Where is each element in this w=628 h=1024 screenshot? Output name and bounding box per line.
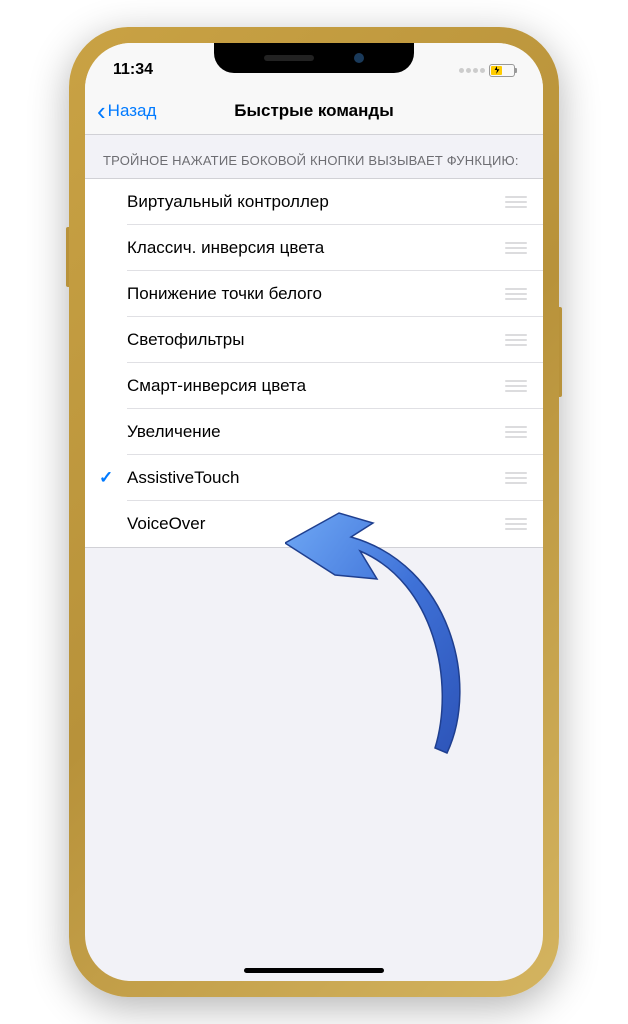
list-item[interactable]: Классич. инверсия цвета	[85, 225, 543, 271]
list-item[interactable]: Увеличение	[85, 409, 543, 455]
back-button[interactable]: ‹ Назад	[97, 98, 156, 124]
nav-title: Быстрые команды	[234, 101, 393, 121]
list-item-label: Виртуальный контроллер	[127, 192, 505, 212]
reorder-handle-icon[interactable]	[505, 380, 527, 392]
battery-icon	[489, 64, 515, 77]
reorder-handle-icon[interactable]	[505, 334, 527, 346]
list-item-label: Смарт-инверсия цвета	[127, 376, 505, 396]
list-item-label: Классич. инверсия цвета	[127, 238, 505, 258]
list-item-label: AssistiveTouch	[127, 468, 505, 488]
front-camera	[354, 53, 364, 63]
list-item-label: Понижение точки белого	[127, 284, 505, 304]
reorder-handle-icon[interactable]	[505, 472, 527, 484]
list-item[interactable]: VoiceOver	[85, 501, 543, 547]
chevron-left-icon: ‹	[97, 98, 106, 124]
list-item-label: Светофильтры	[127, 330, 505, 350]
list-item[interactable]: Светофильтры	[85, 317, 543, 363]
phone-frame: 11:34 ‹ Назад Быстрые команды ТРОЙНОЕ НА…	[69, 27, 559, 997]
speaker	[264, 55, 314, 61]
reorder-handle-icon[interactable]	[505, 518, 527, 530]
home-indicator[interactable]	[244, 968, 384, 973]
list-item[interactable]: ✓ AssistiveTouch	[85, 455, 543, 501]
back-label: Назад	[108, 101, 157, 121]
checkmark-icon: ✓	[99, 468, 113, 488]
reorder-handle-icon[interactable]	[505, 196, 527, 208]
list-item[interactable]: Виртуальный контроллер	[85, 179, 543, 225]
list-item-label: Увеличение	[127, 422, 505, 442]
list-item[interactable]: Понижение точки белого	[85, 271, 543, 317]
reorder-handle-icon[interactable]	[505, 426, 527, 438]
reorder-handle-icon[interactable]	[505, 242, 527, 254]
list-item-label: VoiceOver	[127, 514, 505, 534]
screen: 11:34 ‹ Назад Быстрые команды ТРОЙНОЕ НА…	[85, 43, 543, 981]
list-item[interactable]: Смарт-инверсия цвета	[85, 363, 543, 409]
section-header: ТРОЙНОЕ НАЖАТИЕ БОКОВОЙ КНОПКИ ВЫЗЫВАЕТ …	[85, 135, 543, 178]
shortcut-list: Виртуальный контроллер Классич. инверсия …	[85, 178, 543, 548]
battery-charging-icon	[491, 66, 502, 75]
notch	[214, 43, 414, 73]
reorder-handle-icon[interactable]	[505, 288, 527, 300]
status-right	[459, 64, 515, 77]
nav-bar: ‹ Назад Быстрые команды	[85, 87, 543, 135]
status-time: 11:34	[113, 61, 153, 79]
signal-icon	[459, 68, 485, 73]
